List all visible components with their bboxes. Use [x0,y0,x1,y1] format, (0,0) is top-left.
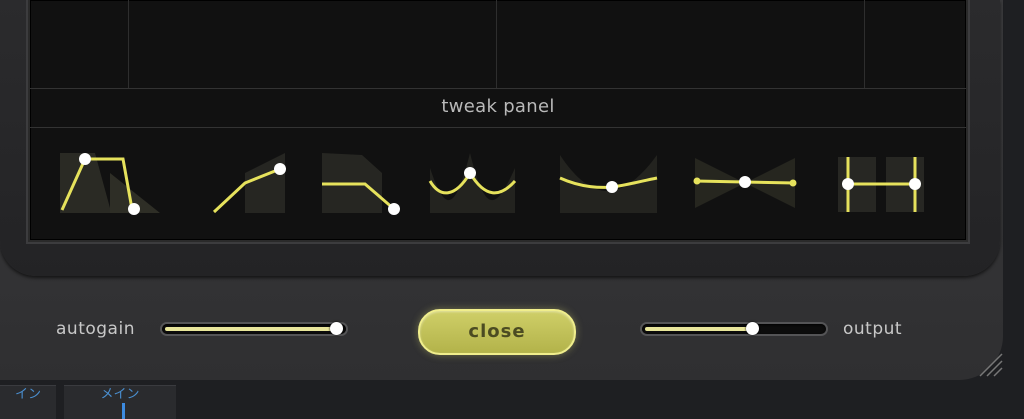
shape-dip-icon [559,155,658,213]
autogain-slider-knob[interactable] [329,322,343,335]
host-tab-label: イン [14,387,41,402]
shape-sine-icon [428,153,517,213]
host-tab-strip: イン メイン [0,385,200,419]
shape-dip-button[interactable] [552,143,662,223]
autogain-slider-fill [165,327,333,331]
shape-fall-button[interactable] [312,143,422,223]
divider [30,127,966,128]
shape-tilt-icon [693,158,797,208]
host-tab[interactable]: メイン [64,385,176,419]
shape-rise-icon [212,153,286,214]
divider [30,88,966,89]
output-slider-knob[interactable] [745,322,759,335]
control-bar: autogain close output [0,280,1003,380]
shape-lowpass-button[interactable] [50,143,160,223]
host-tab-label: メイン [100,387,140,402]
shape-tilt-button[interactable] [690,143,800,223]
autogain-slider[interactable] [162,322,346,335]
shape-bracket-button[interactable] [826,143,936,223]
host-tab[interactable]: イン [0,385,56,419]
shape-fall-icon [322,153,400,215]
output-label: output [843,319,903,339]
display-screen: tweak panel [28,0,968,242]
autogain-label: autogain [56,319,135,339]
shape-bracket-icon [838,157,924,212]
grid-line [496,0,497,88]
plugin-window: tweak panel autogain close output [0,0,1003,380]
close-button[interactable]: close [418,309,576,355]
graph-area [30,0,966,88]
editor-frame: tweak panel [0,0,1000,276]
shape-lowpass-icon [60,153,160,215]
grid-line [864,0,865,88]
shape-rise-button[interactable] [190,143,300,223]
grid-line [128,0,129,88]
resize-grip-icon[interactable] [970,344,1004,378]
shape-presets [30,129,966,237]
shape-sine-button[interactable] [415,143,525,223]
tab-marker [122,403,125,419]
output-slider[interactable] [642,322,826,335]
output-slider-fill [645,327,749,331]
tweak-panel-label: tweak panel [441,96,555,117]
